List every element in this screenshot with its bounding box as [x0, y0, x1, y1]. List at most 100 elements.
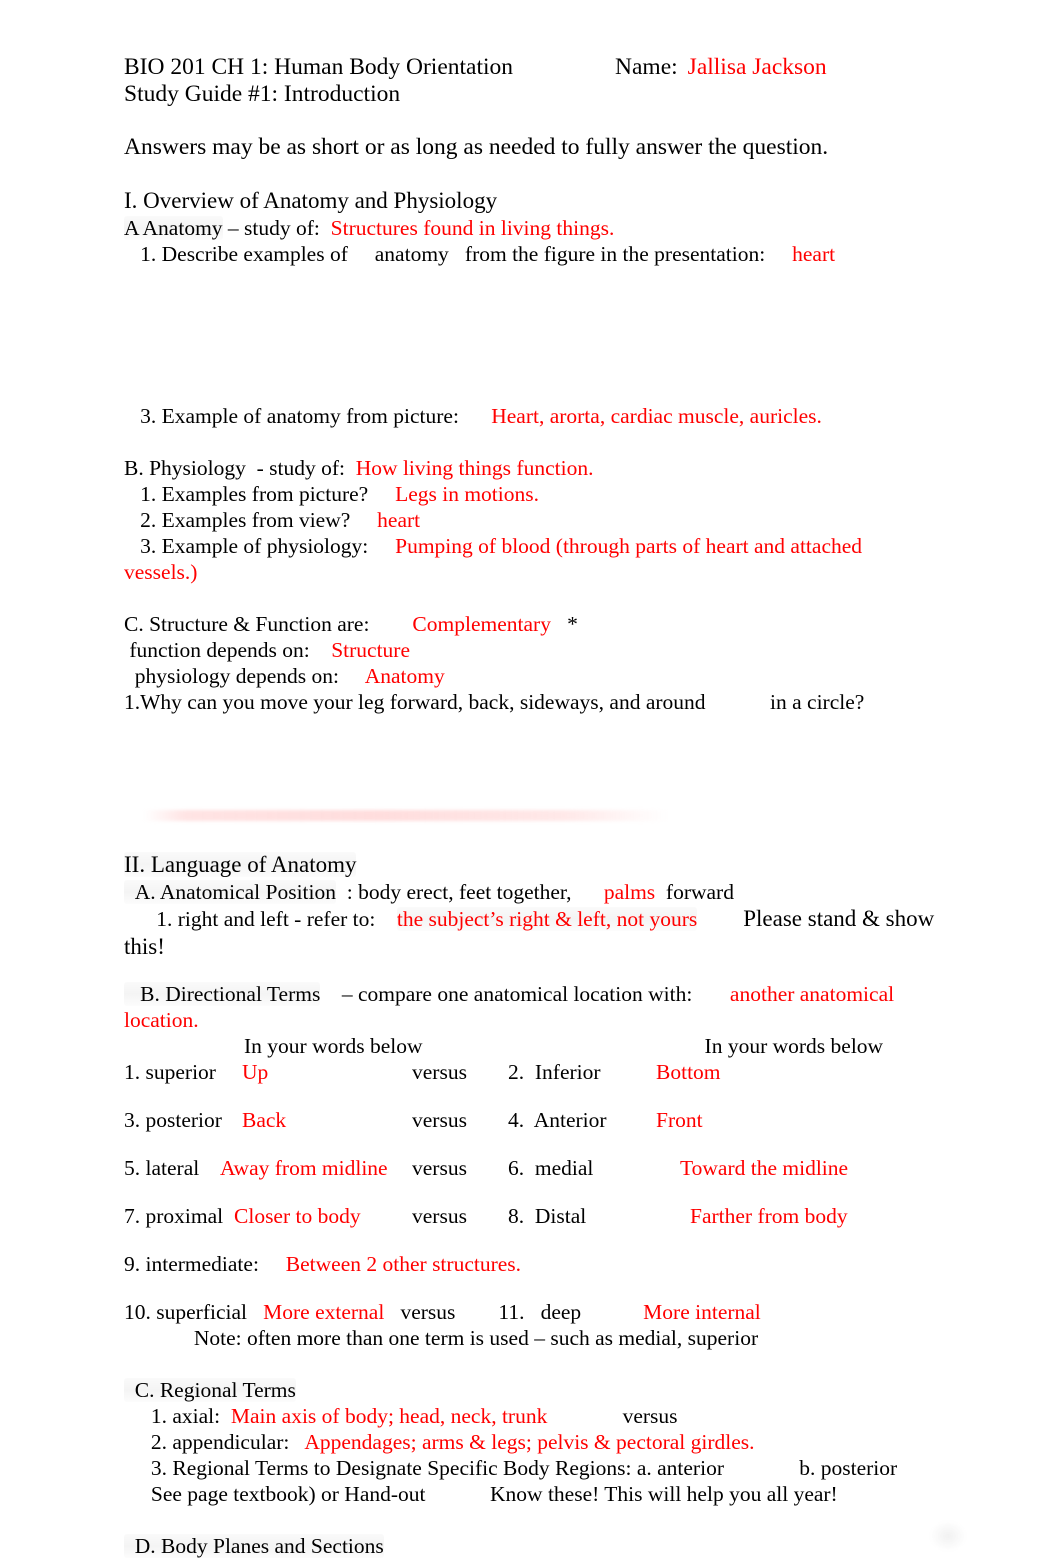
section-2-heading-text: II. Language of Anatomy: [124, 852, 357, 877]
appendicular-answer: Appendages; arms & legs; pelvis & pector…: [304, 1430, 755, 1454]
term-right-answer: Farther from body: [690, 1204, 848, 1228]
term-versus: versus: [412, 1156, 467, 1180]
anatomy-prompt: – study of:: [222, 216, 331, 240]
section-1-heading: I. Overview of Anatomy and Physiology: [124, 188, 498, 213]
physiology-depends-prompt: physiology depends on:: [124, 664, 365, 688]
function-depends-prompt: function depends on:: [124, 638, 332, 662]
directional-term-row: 5. lateral Away from midline versus 6. medi…: [124, 1155, 964, 1181]
physiology-item2-prompt: 2. Examples from view?: [124, 508, 378, 532]
term-left-label: 7. proximal: [124, 1204, 224, 1228]
term-left-label: 3. posterior: [124, 1108, 222, 1132]
term-right-label: 6. medial: [508, 1156, 594, 1180]
axial-prompt: 1. axial:: [124, 1404, 231, 1428]
regional-item4: See page textbook) or Hand-out Know thes…: [124, 1482, 838, 1506]
section-1-B-line: B. Physiology - study of: How living thi…: [124, 455, 964, 481]
superficial-label: 10. superficial: [124, 1300, 264, 1324]
section-1-C-line2: function depends on: Structure: [124, 637, 964, 663]
term-right-label: 2. Inferior: [508, 1060, 601, 1084]
figure-placeholder-area: [124, 267, 964, 403]
column-notes-row: In your words below In your words below: [124, 1033, 964, 1059]
anatomy-label: A Anatomy: [124, 216, 223, 240]
physiology-item3-prompt: 3. Example of physiology:: [124, 534, 396, 558]
answer-instruction: Answers may be as short or as long as ne…: [124, 134, 829, 160]
deep-label: 11. deep: [498, 1300, 582, 1324]
section-1-A-item3: 3. Example of anatomy from picture: Hear…: [124, 403, 964, 429]
term-left-answer: Away from midline: [220, 1156, 388, 1180]
directional-term-row: 7. proximal Closer to body versus 8. Distal…: [124, 1203, 964, 1229]
anatomical-position-post: forward: [655, 880, 734, 904]
section-2-A-item1: 1. right and left - refer to: the subjec…: [124, 905, 964, 933]
anatomy-item3-answer: Heart, arorta, cardiac muscle, auricles.: [491, 404, 822, 428]
axial-versus: versus: [547, 1404, 678, 1428]
body-planes-label: D. Body Planes and Sections: [124, 1534, 384, 1558]
axial-answer: Main axis of body; head, neck, trunk: [230, 1404, 548, 1428]
section-1-C-line1: C. Structure & Function are: Complementa…: [124, 611, 964, 637]
section-2-A-line: A. Anatomical Position : body erect, fee…: [124, 879, 964, 905]
please-stand-note-cont: this!: [124, 934, 165, 959]
section-2-D-heading: D. Body Planes and Sections: [124, 1533, 964, 1559]
physiology-label: B. Physiology: [124, 456, 246, 480]
physiology-item1-answer: Legs in motions.: [395, 482, 539, 506]
term-right-answer: Toward the midline: [680, 1156, 849, 1180]
directional-terms-list: 1. superior Up versus 2. Inferior Bottom 3. p…: [124, 1059, 964, 1229]
section-1-C-line3: physiology depends on: Anatomy: [124, 663, 964, 689]
physiology-item1-prompt: 1. Examples from picture?: [124, 482, 396, 506]
directional-terms-label: B. Directional Terms: [124, 982, 321, 1006]
intermediate-prompt: 9. intermediate:: [124, 1252, 286, 1276]
study-guide-subtitle: Study Guide #1: Introduction: [124, 81, 401, 107]
section-1-A-item1: 1. Describe examples of anatomy from the…: [124, 241, 964, 267]
term-9-row: 9. intermediate: Between 2 other structu…: [124, 1251, 964, 1277]
structure-function-prompt: C. Structure & Function are:: [124, 612, 413, 636]
term-10-11-row: 10. superficial More external versus 11.…: [124, 1299, 964, 1325]
column-note-left: In your words below: [244, 1034, 423, 1058]
section-2-heading: II. Language of Anatomy: [124, 851, 964, 879]
deep-answer: More internal: [643, 1300, 761, 1324]
section-1-B-item3: 3. Example of physiology: Pumping of blo…: [124, 533, 964, 559]
anatomy-item1-prompt: 1. Describe examples of anatomy from the…: [124, 242, 793, 266]
physiology-item3-answer-cont: vessels.): [124, 560, 198, 584]
term-left-label: 1. superior: [124, 1060, 216, 1084]
term-right-answer: Bottom: [656, 1060, 721, 1084]
superficial-answer: More external: [263, 1300, 385, 1324]
physiology-item2-answer: heart: [377, 508, 421, 532]
physiology-answer: How living things function.: [355, 456, 594, 480]
directional-terms-note: Note: often more than one term is used –…: [124, 1326, 759, 1350]
anatomical-position-answer: palms: [603, 880, 656, 904]
regional-item2: 2. appendicular: Appendages; arms & legs…: [124, 1429, 964, 1455]
superficial-versus: versus: [384, 1300, 499, 1324]
regional-terms-label: C. Regional Terms: [124, 1378, 296, 1402]
term-versus: versus: [412, 1204, 467, 1228]
column-note-right: In your words below: [704, 1034, 884, 1058]
directional-terms-answer-cont: location.: [124, 1008, 199, 1032]
directional-terms-answer: another anatomical: [729, 982, 895, 1006]
directional-terms-prompt: – compare one anatomical location with:: [320, 982, 730, 1006]
term-left-answer: Closer to body: [234, 1204, 361, 1228]
course-title: BIO 201 CH 1: Human Body Orientation: [124, 54, 514, 80]
directional-term-row: 3. posterior Back versus 4. Anterior Front: [124, 1107, 964, 1133]
student-name-value: Jallisa Jackson: [687, 54, 827, 80]
section-1-C-question: 1.Why can you move your leg forward, bac…: [124, 690, 865, 714]
anatomical-position-prompt: : body erect, feet together,: [336, 880, 604, 904]
term-right-answer: Front: [656, 1108, 703, 1132]
section-1-B-item2: 2. Examples from view? heart: [124, 507, 964, 533]
anatomy-answer: Structures found in living things.: [330, 216, 615, 240]
spacer-after-band: [124, 827, 964, 851]
anatomy-item1-answer: heart: [792, 242, 836, 266]
directional-term-row: 1. superior Up versus 2. Inferior Bottom: [124, 1059, 964, 1085]
document-page: BIO 201 CH 1: Human Body Orientation Name…: [0, 0, 1062, 1561]
right-left-prompt: 1. right and left - refer to:: [124, 907, 397, 931]
intermediate-answer: Between 2 other structures.: [285, 1252, 522, 1276]
section-2-C-heading: C. Regional Terms: [124, 1377, 964, 1403]
section-1-A-line: A Anatomy – study of: Structures found i…: [124, 215, 964, 241]
